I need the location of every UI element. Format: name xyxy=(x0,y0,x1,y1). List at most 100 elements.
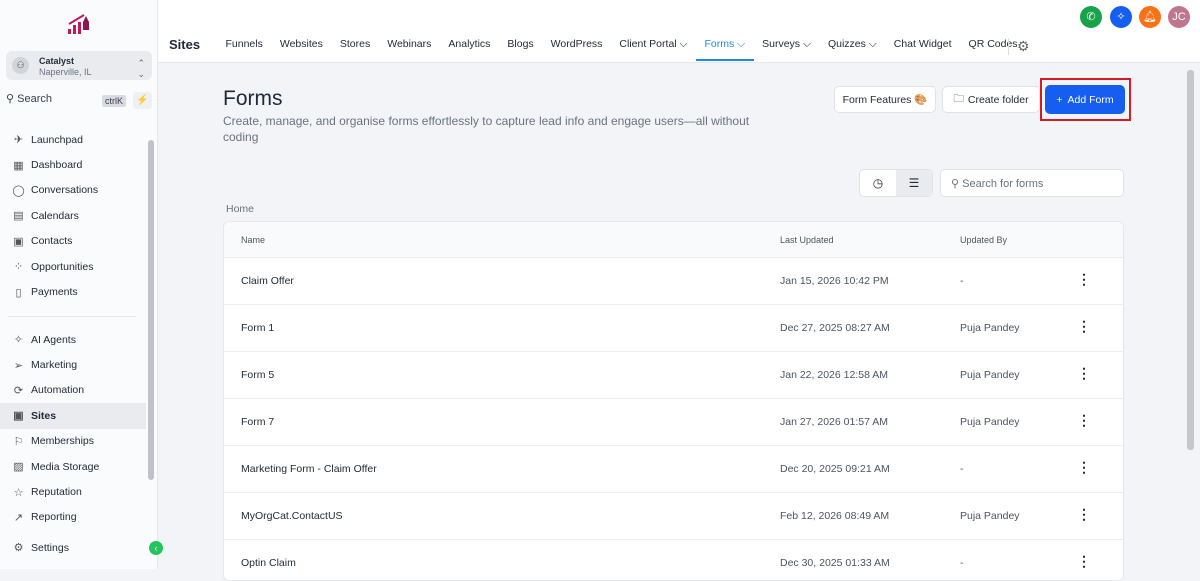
sidebar-item-memberships[interactable]: ⚐ Memberships xyxy=(0,429,146,454)
more-options-icon[interactable]: ⋮ xyxy=(1077,553,1091,570)
gear-icon: ⚙ xyxy=(13,542,24,555)
more-options-icon[interactable]: ⋮ xyxy=(1077,318,1091,335)
tab-surveys[interactable]: Surveys ⌵ xyxy=(754,38,820,61)
sidebar-item-marketing[interactable]: ➢ Marketing xyxy=(0,352,146,377)
add-form-label: Add Form xyxy=(1067,93,1114,106)
table-row[interactable]: Form 5 Jan 22, 2026 12:58 AM Puja Pandey ⋮ xyxy=(224,351,1123,398)
tab-analytics[interactable]: Analytics xyxy=(440,38,499,61)
table-row[interactable]: Optin Claim Dec 30, 2025 01:33 AM - ⋮ xyxy=(224,539,1123,580)
sidebar-item-dashboard[interactable]: ▦ Dashboard xyxy=(0,152,146,177)
forms-table: Name Last Updated Updated By Claim Offer… xyxy=(223,221,1124,581)
create-folder-button[interactable]: 🗀 Create folder xyxy=(942,86,1040,113)
calendar-icon: ▤ xyxy=(13,210,24,223)
more-options-icon[interactable]: ⋮ xyxy=(1077,271,1091,288)
sidebar-item-automation[interactable]: ⟳ Automation xyxy=(0,378,146,403)
sidebar-item-calendars[interactable]: ▤ Calendars xyxy=(0,203,146,228)
create-folder-label: Create folder xyxy=(967,93,1029,106)
column-header: Updated By xyxy=(960,235,1008,245)
tab-client[interactable]: Client Portal ⌵ xyxy=(611,38,696,61)
form-name[interactable]: Form 7 xyxy=(241,416,274,428)
last-updated: Feb 12, 2026 08:49 AM xyxy=(780,510,890,522)
sidebar-item-conversations[interactable]: ◯ Conversations xyxy=(0,178,146,203)
form-name[interactable]: Form 1 xyxy=(241,322,274,334)
sidebar-item-sites[interactable]: ▣ Sites xyxy=(0,403,146,429)
form-name[interactable]: Form 5 xyxy=(241,369,274,381)
table-row[interactable]: MyOrgCat.ContactUS Feb 12, 2026 08:49 AM P… xyxy=(224,492,1123,539)
breadcrumb[interactable]: Home xyxy=(226,203,254,215)
tab-wordpress[interactable]: WordPress xyxy=(542,38,611,61)
user-avatar[interactable]: JC xyxy=(1168,6,1190,28)
sidebar-item-media-storage[interactable]: ▨ Media Storage xyxy=(0,454,146,479)
sidebar-item-label: Opportunities xyxy=(31,260,94,273)
updated-by: - xyxy=(960,275,964,287)
logo-icon xyxy=(68,14,89,34)
form-name[interactable]: Optin Claim xyxy=(241,557,296,569)
updated-by: Puja Pandey xyxy=(960,416,1020,428)
sidebar-item-label: Payments xyxy=(31,286,78,299)
plus-icon: + xyxy=(1056,93,1063,106)
collapse-sidebar-icon[interactable]: ‹ xyxy=(149,541,163,555)
sidebar-item-label: Reporting xyxy=(31,511,77,524)
sidebar-item-label: Reputation xyxy=(31,486,82,499)
list-view-icon[interactable]: ☰ xyxy=(896,170,932,196)
top-nav: Sites Funnels Websites Stores Webinars Analy… xyxy=(158,0,1200,63)
table-row[interactable]: Marketing Form - Claim Offer Dec 20, 2025… xyxy=(224,445,1123,492)
form-features-button[interactable]: Form Features 🎨 xyxy=(834,86,936,113)
sidebar-item-settings[interactable]: ⚙ Settings xyxy=(0,535,146,560)
settings-gear-icon[interactable]: ⚙ xyxy=(1008,38,1030,55)
table-row[interactable]: Form 1 Dec 27, 2025 08:27 AM Puja Pandey ⋮ xyxy=(224,304,1123,351)
sidebar-item-reputation[interactable]: ☆ Reputation xyxy=(0,479,146,504)
more-options-icon[interactable]: ⋮ xyxy=(1077,365,1091,382)
page-subtitle: Create, manage, and organise forms effor… xyxy=(223,114,750,144)
phone-icon[interactable]: ✆ xyxy=(1080,6,1102,28)
chevron-updown-icon: ⌃ ⌄ xyxy=(137,58,145,79)
sidebar-item-launchpad[interactable]: ✈ Launchpad xyxy=(0,127,146,152)
search-forms-input[interactable]: ⚲ Search for forms xyxy=(940,169,1124,197)
sidebar-item-label: Media Storage xyxy=(31,460,100,473)
form-name[interactable]: Marketing Form - Claim Offer xyxy=(241,463,377,475)
sidebar-item-label: Conversations xyxy=(31,184,99,197)
sidebar-item-contacts[interactable]: ▣ Contacts xyxy=(0,229,146,254)
more-options-icon[interactable]: ⋮ xyxy=(1077,506,1091,523)
recent-clock-icon[interactable]: ◷ xyxy=(860,170,896,196)
sparkle-icon[interactable]: ✧ xyxy=(1110,6,1132,28)
add-form-button[interactable]: + Add Form xyxy=(1045,85,1125,114)
sidebar-item-label: Settings xyxy=(31,541,69,554)
grid-icon: ▦ xyxy=(13,159,24,172)
table-row[interactable]: Claim Offer Jan 15, 2026 10:42 PM - ⋮ xyxy=(224,257,1123,304)
tab-blogs[interactable]: Blogs xyxy=(499,38,542,61)
opportunities-icon: ⁘ xyxy=(13,261,24,274)
tab-chat[interactable]: Chat Widget xyxy=(885,38,960,61)
sidebar-item-label: Memberships xyxy=(31,435,95,448)
sidebar-search[interactable]: ⚲ Search ctrlK xyxy=(6,92,126,109)
sidebar-item-label: Sites xyxy=(31,409,57,422)
tab-funnels[interactable]: Funnels xyxy=(217,38,271,61)
chart-icon: ↗ xyxy=(13,511,24,524)
tab-stores[interactable]: Stores xyxy=(331,38,378,61)
sidebar-item-label: Calendars xyxy=(31,209,79,222)
search-label: Search xyxy=(17,93,52,105)
page-title: Forms xyxy=(223,87,283,110)
tab-forms[interactable]: Forms ⌵ xyxy=(696,38,754,61)
column-header[interactable]: Last Updated xyxy=(780,235,834,245)
sidebar-item-opportunities[interactable]: ⁘ Opportunities xyxy=(0,254,146,279)
sidebar-item-reporting[interactable]: ↗ Reporting xyxy=(0,505,146,530)
chat-icon: ◯ xyxy=(12,184,25,197)
table-row[interactable]: Form 7 Jan 27, 2026 01:57 AM Puja Pandey ⋮ xyxy=(224,398,1123,445)
quick-action-bolt-icon[interactable]: ⚡ xyxy=(133,92,152,109)
form-name[interactable]: MyOrgCat.ContactUS xyxy=(241,510,343,522)
page-scrollbar[interactable] xyxy=(1187,70,1194,450)
sidebar-item-payments[interactable]: ▯ Payments xyxy=(0,279,146,304)
more-options-icon[interactable]: ⋮ xyxy=(1077,412,1091,429)
tabs: Funnels Websites Stores Webinars Analytics Bl… xyxy=(217,38,1026,61)
more-options-icon[interactable]: ⋮ xyxy=(1077,459,1091,476)
bell-icon[interactable]: 🔔︎ xyxy=(1139,6,1161,28)
tab-websites[interactable]: Websites xyxy=(271,38,331,61)
sidebar-scrollbar[interactable] xyxy=(148,140,154,480)
sidebar-item-ai-agents[interactable]: ✧ AI Agents xyxy=(0,327,146,352)
account-switcher[interactable]: ⚇ Catalyst Naperville, IL ⌃ ⌄ xyxy=(6,51,152,80)
form-name[interactable]: Claim Offer xyxy=(241,275,294,287)
tab-webinars[interactable]: Webinars xyxy=(379,38,440,61)
sites-icon: ▣ xyxy=(13,410,24,423)
tab-quizzes[interactable]: Quizzes ⌵ xyxy=(819,38,885,61)
